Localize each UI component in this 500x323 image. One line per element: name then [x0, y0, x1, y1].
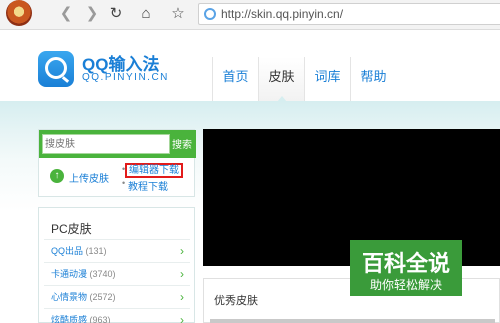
chevron-right-icon[interactable]: › [180, 263, 184, 285]
address-bar[interactable]: http://skin.qq.pinyin.cn/ [198, 3, 500, 25]
address-text[interactable]: http://skin.qq.pinyin.cn/ [221, 7, 343, 21]
pc-skin-title: PC皮肤 [51, 222, 92, 236]
pc-skin-list: QQ出品 (131) › 卡通动漫 (3740) › 心情景物 (2572) ›… [44, 239, 190, 323]
tutorial-download-link[interactable]: 教程下载 [128, 178, 168, 193]
pc-skin-item-count: (2572) [89, 292, 116, 302]
pc-skin-item[interactable]: 卡通动漫 (3740) › [44, 262, 190, 285]
site-security-icon[interactable] [204, 8, 216, 20]
pc-skin-item[interactable]: QQ出品 (131) › [44, 239, 190, 262]
pc-skin-item-count: (131) [85, 246, 107, 256]
main-nav: 首页 皮肤 词库 帮助 [212, 57, 396, 102]
chevron-right-icon[interactable]: › [180, 309, 184, 323]
pc-skin-item-count: (3740) [89, 269, 116, 279]
watermark-badge: 百科全说 助你轻松解决 [350, 240, 462, 296]
sidebar: 搜索 ↑ 上传皮肤 • 编辑器下载 • 教程下载 PC皮肤 QQ出品 (131)… [38, 129, 196, 323]
pc-skin-item[interactable]: 炫酷质感 (963) › [44, 308, 190, 323]
back-icon[interactable]: ❮ [56, 4, 76, 24]
bullet-icon: • [122, 178, 126, 188]
chevron-right-icon[interactable]: › [180, 240, 184, 262]
pc-skin-item-count: (963) [89, 315, 111, 323]
pc-skin-item-label[interactable]: QQ出品 [51, 246, 83, 256]
skin-search-input[interactable] [42, 134, 170, 154]
editor-download-link[interactable]: 编辑器下载 [125, 163, 183, 178]
nav-home[interactable]: 首页 [212, 57, 258, 101]
search-bar: 搜索 [39, 130, 196, 158]
pc-skin-item-label[interactable]: 心情景物 [51, 292, 87, 302]
chevron-right-icon[interactable]: › [180, 286, 184, 308]
watermark-subtitle: 助你轻松解决 [369, 278, 442, 292]
search-button[interactable]: 搜索 [172, 136, 192, 151]
pc-skin-item[interactable]: 心情景物 (2572) › [44, 285, 190, 308]
upload-skin-link[interactable]: 上传皮肤 [69, 170, 109, 185]
featured-thumbnails[interactable] [210, 319, 495, 323]
nav-lexicon[interactable]: 词库 [304, 57, 350, 101]
home-icon[interactable]: ⌂ [136, 4, 156, 24]
reload-icon[interactable]: ↻ [106, 4, 126, 24]
watermark-title: 百科全说 [361, 251, 450, 276]
browser-toolbar: ❮ ❯ ↻ ⌂ ☆ http://skin.qq.pinyin.cn/ [0, 0, 500, 30]
nav-skin[interactable]: 皮肤 [258, 57, 304, 102]
qq-pinyin-logo-icon[interactable] [38, 51, 74, 87]
browser-logo-icon[interactable] [6, 0, 32, 26]
pc-skin-panel: PC皮肤 QQ出品 (131) › 卡通动漫 (3740) › 心情景物 (25… [38, 207, 195, 323]
logo-subtitle: QQ.PINYIN.CN [82, 72, 169, 83]
upload-arrow-icon[interactable]: ↑ [50, 169, 64, 183]
pc-skin-item-label[interactable]: 炫酷质感 [51, 315, 87, 323]
bookmark-star-icon[interactable]: ☆ [168, 4, 188, 24]
upload-panel: 搜索 ↑ 上传皮肤 • 编辑器下载 • 教程下载 [38, 129, 196, 197]
pc-skin-item-label[interactable]: 卡通动漫 [51, 269, 87, 279]
nav-help[interactable]: 帮助 [350, 57, 396, 101]
forward-icon[interactable]: ❯ [82, 4, 102, 24]
site-header: QQ输入法 QQ.PINYIN.CN 首页 皮肤 词库 帮助 [0, 31, 500, 102]
featured-skins-title: 优秀皮肤 [214, 295, 258, 307]
